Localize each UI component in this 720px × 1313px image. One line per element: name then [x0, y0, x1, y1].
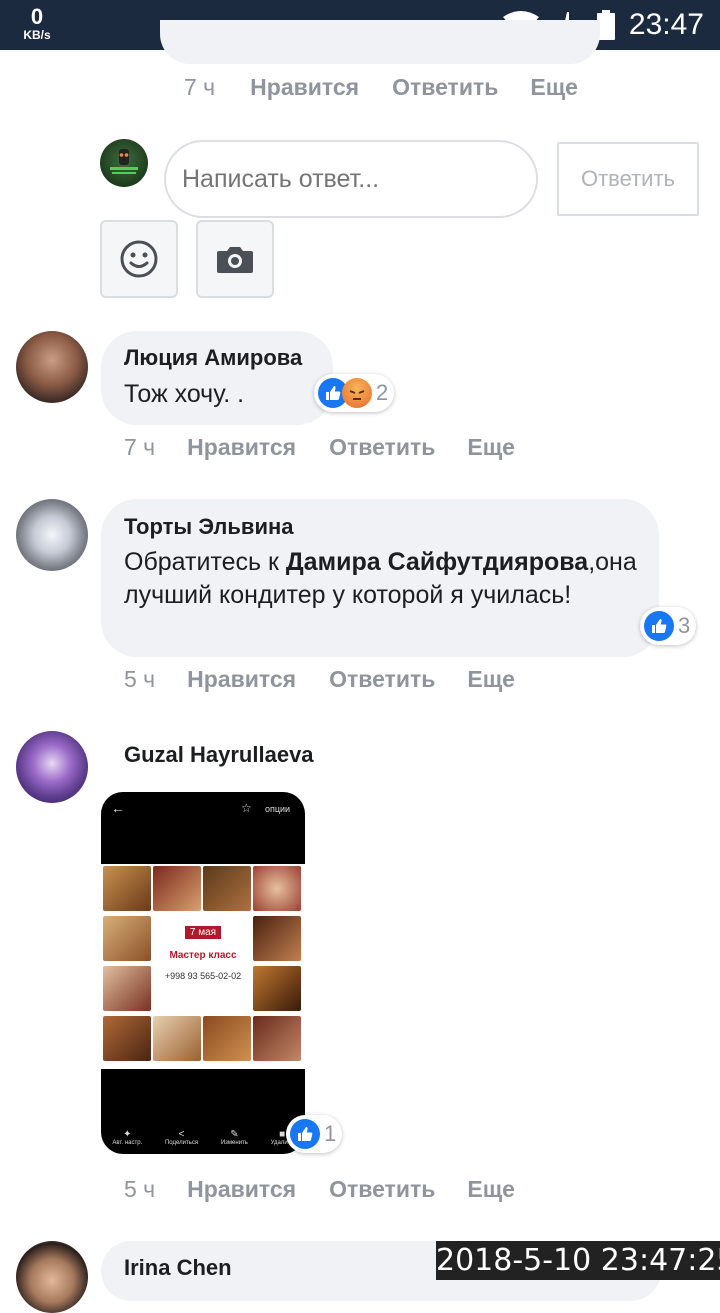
- comment-meta-row: 5 ч Нравится Ответить Еще: [124, 1176, 515, 1203]
- like-reaction-icon: [290, 1119, 320, 1149]
- comment-photo[interactable]: ← ☆ опции 7 мая Мастер класс +998 93 565…: [101, 792, 305, 1154]
- more-link[interactable]: Еще: [467, 666, 515, 693]
- comment-text: Тож хочу. .: [124, 380, 245, 408]
- flyer-title: Мастер класс: [169, 950, 237, 961]
- reaction-count: 3: [678, 613, 691, 638]
- flyer-date: 7 мая: [184, 926, 222, 939]
- thread-time: 7 ч: [184, 74, 216, 100]
- previous-reply-bubble: [160, 20, 600, 64]
- network-speed-unit: KB/s: [23, 28, 51, 42]
- reaction-count: 2: [376, 380, 389, 405]
- clock: 23:47: [628, 8, 704, 41]
- camera-icon: [217, 247, 253, 273]
- avatar[interactable]: [16, 731, 88, 803]
- more-link[interactable]: Еще: [530, 74, 578, 101]
- cake-photo: [253, 966, 301, 1011]
- reply-input[interactable]: [164, 140, 538, 218]
- cake-photo: [253, 916, 301, 961]
- cake-photo: [103, 1016, 151, 1061]
- current-user-avatar: [100, 139, 148, 187]
- comment-author[interactable]: Irina Chen: [124, 1255, 232, 1281]
- comment-meta-row: 5 ч Нравится Ответить Еще: [124, 666, 515, 693]
- photo-action-label: Изменить: [220, 1140, 248, 1146]
- smiley-icon: [120, 240, 158, 278]
- thread-meta-row: 7 ч Нравится Ответить Еще: [184, 74, 578, 101]
- screenshot-timestamp: 2018-5-10 23:47:25: [436, 1241, 720, 1280]
- pencil-icon: ✎: [230, 1129, 239, 1140]
- reaction-count: 1: [324, 1121, 337, 1146]
- photo-top-bar: ← ☆ опции: [101, 792, 305, 828]
- photo-options-label: опции: [265, 804, 291, 814]
- reaction-summary[interactable]: 1: [286, 1115, 343, 1153]
- like-link[interactable]: Нравится: [187, 434, 296, 461]
- avatar[interactable]: [16, 499, 88, 571]
- cake-photo: [253, 866, 301, 911]
- more-link[interactable]: Еще: [467, 434, 515, 461]
- photo-action-label: Поделиться: [164, 1140, 199, 1146]
- emoji-button[interactable]: [100, 220, 178, 298]
- comment-text: Обратитесь к Дамира Сайфутдиярова,она лу…: [124, 546, 644, 612]
- comment-author[interactable]: Guzal Hayrullaeva: [124, 742, 314, 768]
- angry-reaction-icon: [342, 378, 372, 408]
- reply-link[interactable]: Ответить: [329, 1176, 435, 1203]
- cake-photo: [153, 1016, 201, 1061]
- cake-photo: [153, 866, 201, 911]
- reply-link[interactable]: Ответить: [329, 434, 435, 461]
- comment-time: 5 ч: [124, 1176, 156, 1202]
- photo-action: ✎ Изменить: [221, 1129, 248, 1146]
- avatar[interactable]: [16, 331, 88, 403]
- share-icon: <: [178, 1129, 185, 1140]
- network-speed-value: 0: [30, 4, 44, 29]
- photo-action: ✦ Авт. настр.: [112, 1129, 142, 1146]
- magic-wand-icon: ✦: [123, 1129, 132, 1140]
- flyer-center: 7 мая Мастер класс +998 93 565-02-02: [153, 916, 253, 1012]
- profile-logo-icon: [110, 149, 138, 174]
- reply-link[interactable]: Ответить: [392, 74, 498, 101]
- cake-photo: [253, 1016, 301, 1061]
- cake-photo: [203, 866, 251, 911]
- more-link[interactable]: Еще: [467, 1176, 515, 1203]
- flyer-phone: +998 93 565-02-02: [164, 971, 242, 981]
- star-icon: ☆: [241, 801, 252, 815]
- like-reaction-icon: [644, 611, 674, 641]
- photo-action-bar: ✦ Авт. настр. < Поделиться ✎ Изменить ■ Удал…: [101, 1129, 305, 1146]
- like-link[interactable]: Нравится: [250, 74, 359, 101]
- comment-author[interactable]: Торты Эльвина: [124, 514, 294, 540]
- mention-link[interactable]: Дамира Сайфутдиярова: [286, 548, 588, 576]
- comment-time: 5 ч: [124, 666, 156, 692]
- comment-text-prefix: Обратитесь к: [124, 548, 286, 576]
- cake-photo: [203, 1016, 251, 1061]
- avatar[interactable]: [16, 1241, 88, 1313]
- camera-button[interactable]: [196, 220, 274, 298]
- like-link[interactable]: Нравится: [187, 1176, 296, 1203]
- comment-time: 7 ч: [124, 434, 156, 460]
- reaction-summary[interactable]: 2: [314, 374, 395, 412]
- like-link[interactable]: Нравится: [187, 666, 296, 693]
- flyer-grid: 7 мая Мастер класс +998 93 565-02-02: [101, 864, 305, 1069]
- photo-action-label: Авт. настр.: [112, 1140, 143, 1146]
- comment-author[interactable]: Люция Амирова: [124, 345, 302, 371]
- reply-link[interactable]: Ответить: [329, 666, 435, 693]
- network-speed: 0 KB/s: [14, 4, 60, 42]
- reply-submit-button[interactable]: Ответить: [557, 142, 699, 216]
- cake-photo: [103, 916, 151, 961]
- cake-photo: [103, 866, 151, 911]
- cake-photo: [103, 966, 151, 1011]
- back-arrow-icon: ←: [111, 800, 125, 816]
- comment-meta-row: 7 ч Нравится Ответить Еще: [124, 434, 515, 461]
- photo-action: < Поделиться: [165, 1129, 198, 1146]
- reaction-summary[interactable]: 3: [640, 607, 697, 645]
